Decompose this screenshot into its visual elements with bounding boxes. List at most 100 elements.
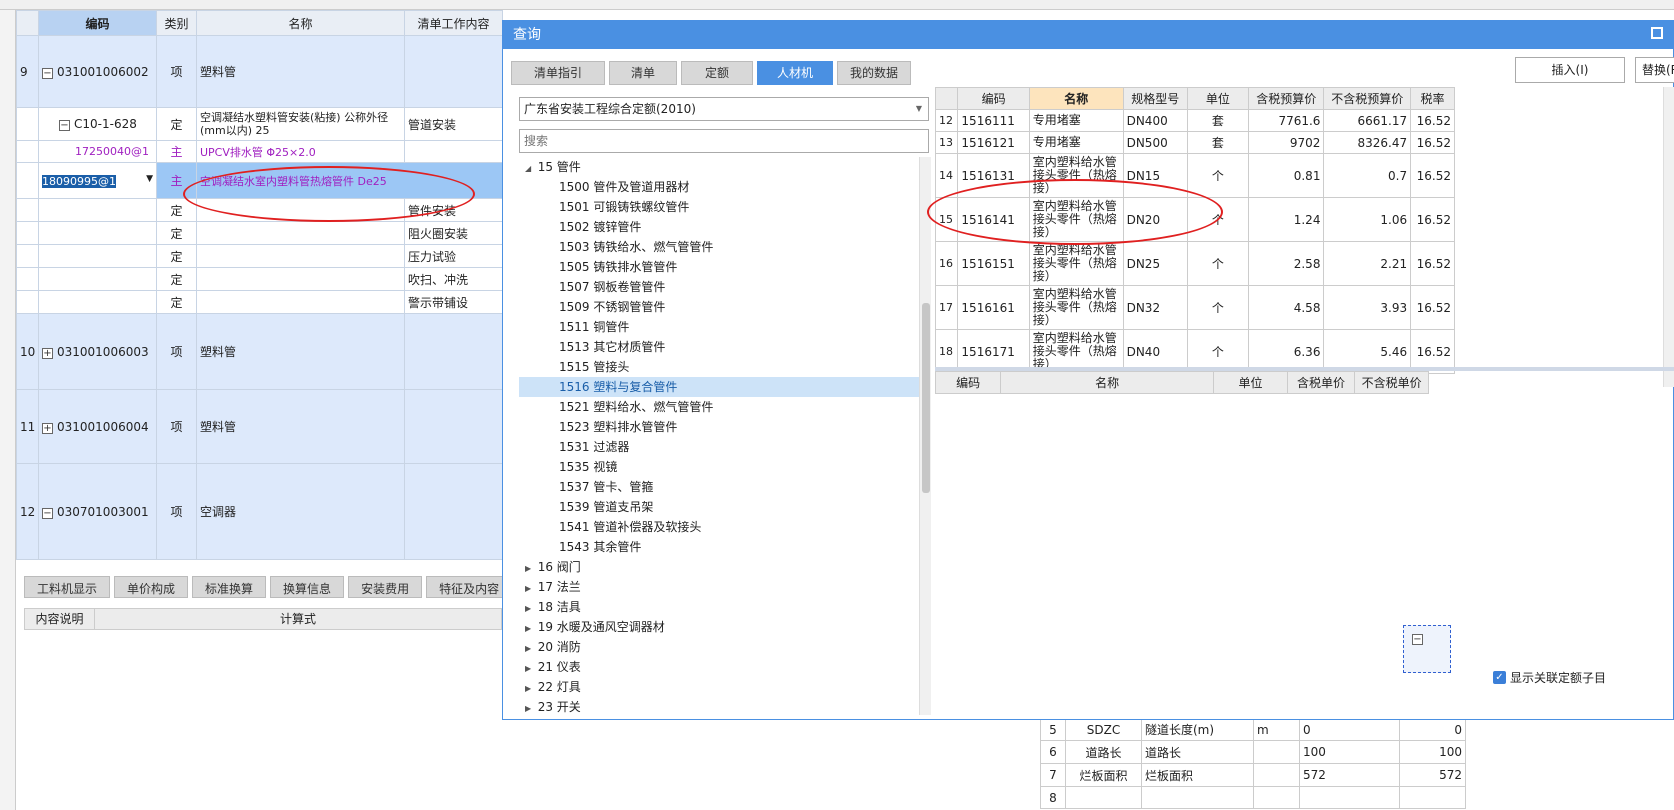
sub-col-unit[interactable]: 单位 (1213, 371, 1288, 394)
expand-icon[interactable]: + (42, 347, 53, 359)
header-work[interactable]: 清单工作内容 (404, 10, 503, 36)
header-name[interactable]: 名称 (196, 10, 405, 36)
checkbox-checked-icon[interactable]: ✓ (1493, 671, 1506, 684)
tree-item[interactable]: ▶ 23 开关 (519, 697, 919, 715)
table-row[interactable]: 定警示带铺设 (16, 290, 503, 314)
tab-labor-material-machine[interactable]: 人材机 (757, 61, 833, 85)
material-row[interactable]: 12 1516111 专用堵塞 DN400 套 7761.6 6661.17 16.52 (935, 109, 1455, 132)
tree-item[interactable]: 1511 铜管件 (519, 317, 919, 337)
table-row[interactable]: 6 道路长 道路长 100 100 (1040, 740, 1466, 764)
tree-item[interactable]: 1500 管件及管道用器材 (519, 177, 919, 197)
table-row[interactable]: 12 −030701003001 项 空调器 (16, 463, 503, 560)
table-row[interactable]: 10 +031001006003 项 塑料管 (16, 313, 503, 390)
maximize-icon[interactable] (1651, 27, 1663, 39)
tab-quota[interactable]: 定额 (681, 61, 753, 85)
collapse-icon[interactable]: − (1412, 634, 1423, 645)
tree-item[interactable]: 1523 塑料排水管管件 (519, 417, 919, 437)
tab-labor-material[interactable]: 工料机显示 (24, 576, 111, 598)
quota-library-select[interactable]: 广东省安装工程综合定额(2010) ▼ (519, 97, 929, 121)
insert-button[interactable]: 插入(I) (1515, 57, 1625, 83)
col-notax-price[interactable]: 不含税预算价 (1323, 87, 1412, 110)
expand-icon[interactable]: + (42, 422, 53, 434)
table-row[interactable]: 17250040@1 主 UPCV排水管 Φ25×2.0 (16, 140, 503, 163)
material-scrollbar[interactable] (1663, 87, 1674, 387)
tree-item[interactable]: ▶ 22 灯具 (519, 677, 919, 697)
tree-item[interactable]: 1502 镀锌管件 (519, 217, 919, 237)
tree-item[interactable]: 1537 管卡、管箍 (519, 477, 919, 497)
tree-item[interactable]: 1505 铸铁排水管管件 (519, 257, 919, 277)
replace-button[interactable]: 替换(R) (1635, 57, 1674, 83)
tree-item[interactable]: ▶ 17 法兰 (519, 577, 919, 597)
expand-arrow-icon[interactable]: ▶ (525, 564, 534, 573)
tab-bill[interactable]: 清单 (609, 61, 677, 85)
sub-col-tax[interactable]: 含税单价 (1286, 371, 1356, 394)
table-row[interactable]: 定压力试验 (16, 244, 503, 268)
expand-arrow-icon[interactable]: ▶ (525, 704, 534, 713)
tree-item[interactable]: ▶ 16 阀门 (519, 557, 919, 577)
collapse-icon[interactable]: − (42, 67, 53, 79)
tree-item[interactable]: ▶ 21 仪表 (519, 657, 919, 677)
search-input[interactable] (519, 129, 929, 153)
collapse-icon[interactable]: − (59, 120, 70, 131)
table-row[interactable]: 定吹扫、冲洗 (16, 267, 503, 291)
tab-bill-guide[interactable]: 清单指引 (511, 61, 605, 85)
table-row[interactable]: 11 +031001006004 项 塑料管 (16, 389, 503, 464)
tree-item[interactable]: 1501 可锻铸铁螺纹管件 (519, 197, 919, 217)
expand-arrow-icon[interactable]: ▶ (525, 624, 534, 633)
expand-arrow-icon[interactable]: ▶ (525, 664, 534, 673)
material-row[interactable]: 16 1516151 室内塑料给水管接头零件（热熔接） DN25 个 2.58 2.21 16… (935, 241, 1455, 286)
expand-arrow-icon[interactable]: ▶ (525, 604, 534, 613)
tree-scrollbar[interactable] (919, 157, 931, 715)
tab-conversion-info[interactable]: 换算信息 (270, 576, 345, 598)
tree-item[interactable]: ▶ 18 洁具 (519, 597, 919, 617)
tree-item[interactable]: 1515 管接头 (519, 357, 919, 377)
sub-col-code[interactable]: 编码 (934, 371, 1002, 394)
tree-item[interactable]: 1539 管道支吊架 (519, 497, 919, 517)
material-row[interactable]: 17 1516161 室内塑料给水管接头零件（热熔接） DN32 个 4.58 3.93 16… (935, 285, 1455, 330)
tree-item[interactable]: 1541 管道补偿器及软接头 (519, 517, 919, 537)
col-spec[interactable]: 规格型号 (1122, 87, 1188, 110)
col-code[interactable]: 编码 (957, 87, 1030, 110)
header-type[interactable]: 类别 (156, 10, 197, 36)
col-rate[interactable]: 税率 (1410, 87, 1455, 110)
tree-item[interactable]: 1521 塑料给水、燃气管管件 (519, 397, 919, 417)
tree-item[interactable]: 1543 其余管件 (519, 537, 919, 557)
tree-item[interactable]: 1513 其它材质管件 (519, 337, 919, 357)
show-related-checkbox[interactable]: ✓ 显示关联定额子目 (1493, 669, 1606, 686)
expand-arrow-icon[interactable]: ▶ (525, 644, 534, 653)
tree-item[interactable]: 1531 过滤器 (519, 437, 919, 457)
expand-arrow-icon[interactable]: ▶ (525, 684, 534, 693)
scrollbar-thumb[interactable] (922, 303, 930, 493)
col-tax-price[interactable]: 含税预算价 (1247, 87, 1325, 110)
sub-col-name[interactable]: 名称 (1000, 371, 1215, 394)
sub-col-notax[interactable]: 不含税单价 (1354, 371, 1429, 394)
dropdown-arrow-icon[interactable]: ▼ (146, 174, 153, 184)
table-row[interactable]: 7 烂板面积 烂板面积 572 572 (1040, 763, 1466, 787)
collapse-arrow-icon[interactable]: ◢ (525, 164, 534, 173)
table-row[interactable]: 定阻火圈安装 (16, 221, 503, 245)
table-row[interactable]: − C10-1-628 定 空调凝结水塑料管安装(粘接) 公称外径(mm以内) 2… (16, 107, 503, 141)
table-row[interactable]: 9 −031001006002 项 塑料管 (16, 35, 503, 108)
tab-unit-price[interactable]: 单价构成 (114, 576, 189, 598)
tab-my-data[interactable]: 我的数据 (837, 61, 911, 85)
header-code[interactable]: 编码 (38, 10, 157, 36)
tree-item[interactable]: 1507 钢板卷管管件 (519, 277, 919, 297)
col-unit[interactable]: 单位 (1186, 87, 1250, 110)
tree-item[interactable]: 1503 铸铁给水、燃气管管件 (519, 237, 919, 257)
tab-features[interactable]: 特征及内容 (426, 576, 513, 598)
material-row[interactable]: 13 1516121 专用堵塞 DN500 套 9702 8326.47 16.52 (935, 131, 1455, 154)
tree-item[interactable]: 1535 视镜 (519, 457, 919, 477)
tree-item[interactable]: ◢ 15 管件 (519, 157, 919, 177)
drag-widget[interactable]: − (1403, 625, 1451, 673)
tab-install-fee[interactable]: 安装费用 (348, 576, 423, 598)
tree-item[interactable]: ▶ 20 消防 (519, 637, 919, 657)
table-row[interactable]: 8 (1040, 786, 1466, 809)
tree-item[interactable]: 1516 塑料与复合管件 (519, 377, 919, 397)
tab-standard-conversion[interactable]: 标准换算 (192, 576, 267, 598)
col-name[interactable]: 名称 (1028, 87, 1124, 110)
tree-item[interactable]: ▶ 19 水暖及通风空调器材 (519, 617, 919, 637)
tree-item[interactable]: 1509 不锈钢管管件 (519, 297, 919, 317)
collapse-icon[interactable]: − (42, 507, 53, 519)
expand-arrow-icon[interactable]: ▶ (525, 584, 534, 593)
table-row[interactable]: 5 SDZC 隧道长度(m) m 0 0 (1040, 718, 1466, 741)
